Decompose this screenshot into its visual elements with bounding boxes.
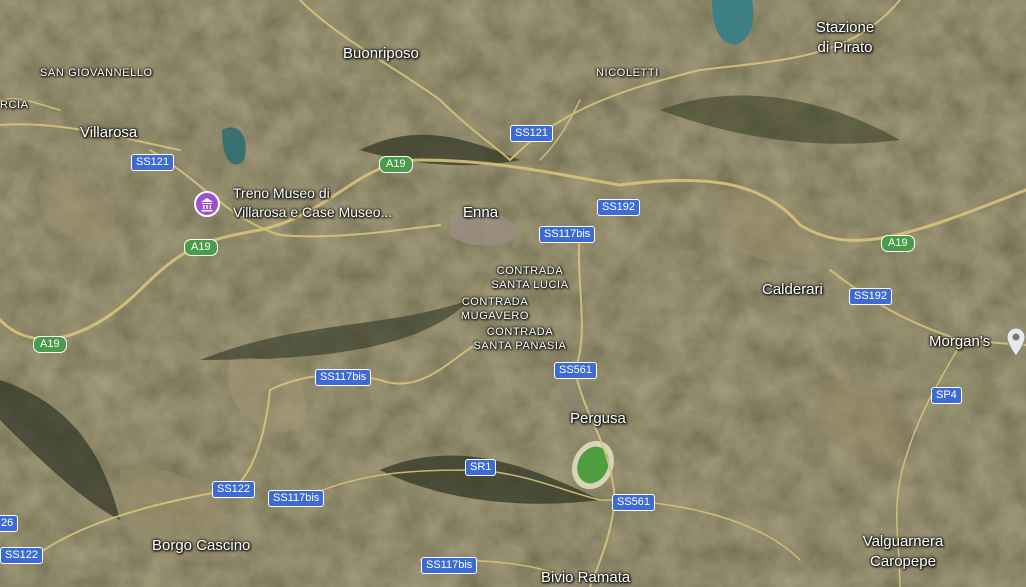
road-shield-ss561[interactable]: SS561 [612, 494, 656, 511]
road-shield-a19[interactable]: A19 [881, 235, 915, 252]
place-calderari[interactable]: Calderari [762, 281, 823, 299]
road-shield-ss117bis[interactable]: SS117bis [315, 369, 372, 386]
place-contrada-santa-lucia-2[interactable]: SANTA LUCIA [490, 279, 570, 291]
road-shield-ss192[interactable]: SS192 [849, 288, 893, 305]
road-shield-ss192[interactable]: SS192 [597, 199, 641, 216]
museum-label-line2[interactable]: Villarosa e Case Museo... [233, 204, 392, 220]
road-shield-ss121[interactable]: SS121 [131, 154, 175, 171]
place-bivio-ramata[interactable]: Bivio Ramata [541, 569, 630, 587]
place-contrada-santa-panasia-2[interactable]: SANTA PANASIA [470, 340, 570, 352]
location-pin[interactable] [1006, 327, 1026, 362]
museum-icon [194, 191, 220, 217]
road-shield-ss122[interactable]: SS122 [0, 547, 44, 564]
place-buonriposo[interactable]: Buonriposo [343, 45, 419, 63]
road-shield-ss561[interactable]: SS561 [554, 362, 598, 379]
place-contrada-santa-panasia-1[interactable]: CONTRADA [470, 326, 570, 338]
road-shield-26[interactable]: 26 [0, 515, 19, 532]
road-shield-ss117bis[interactable]: SS117bis [421, 557, 478, 574]
place-valguarnera-line1[interactable]: Valguarnera [848, 533, 958, 551]
place-contrada-mugavero-2[interactable]: MUGAVERO [455, 310, 535, 322]
museum-label-line1[interactable]: Treno Museo di [233, 185, 330, 201]
place-pergusa[interactable]: Pergusa [570, 410, 626, 428]
place-stazione-di-pirato-line1[interactable]: Stazione [808, 19, 882, 37]
place-borgo-cascino[interactable]: Borgo Cascino [152, 537, 250, 555]
road-shield-sp4[interactable]: SP4 [931, 387, 962, 404]
place-san-giovannello[interactable]: SAN GIOVANNELLO [40, 67, 153, 79]
place-enna[interactable]: Enna [463, 204, 498, 222]
road-shield-ss117bis[interactable]: SS117bis [539, 226, 596, 243]
road-shield-a19[interactable]: A19 [184, 239, 218, 256]
road-shield-ss121[interactable]: SS121 [510, 125, 554, 142]
place-villarosa[interactable]: Villarosa [80, 124, 137, 142]
place-nicoletti[interactable]: NICOLETTI [596, 67, 659, 79]
map-pin-icon [1006, 327, 1026, 357]
place-morgans[interactable]: Morgan's [929, 333, 990, 351]
road-shield-a19[interactable]: A19 [379, 156, 413, 173]
place-contrada-santa-lucia-1[interactable]: CONTRADA [490, 265, 570, 277]
place-stazione-di-pirato-line2[interactable]: di Pirato [808, 39, 882, 57]
road-shield-ss117bis[interactable]: SS117bis [268, 490, 325, 507]
museum-poi-pin[interactable] [194, 191, 220, 224]
place-valguarnera-line2[interactable]: Caropepe [848, 553, 958, 571]
road-shield-ss122[interactable]: SS122 [212, 481, 256, 498]
satellite-map[interactable]: Treno Museo di Villarosa e Case Museo...… [0, 0, 1026, 587]
road-shield-a19[interactable]: A19 [33, 336, 67, 353]
place-rcia[interactable]: RCIA [0, 99, 29, 111]
road-shield-sr1[interactable]: SR1 [465, 459, 497, 476]
place-contrada-mugavero-1[interactable]: CONTRADA [455, 296, 535, 308]
